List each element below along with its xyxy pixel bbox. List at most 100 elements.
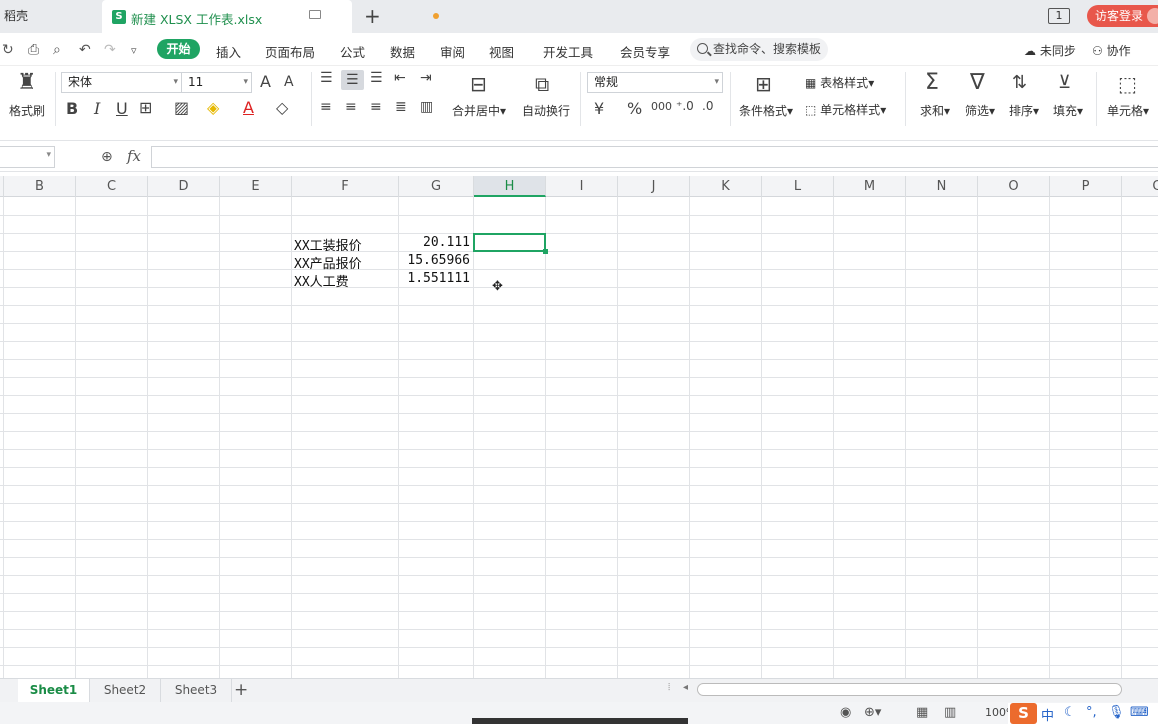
column-header-q[interactable]: Q <box>1122 176 1158 197</box>
column-header-i[interactable]: I <box>546 176 618 197</box>
filter-button[interactable]: 筛选▾ <box>965 102 995 119</box>
menu-insert[interactable]: 插入 <box>216 42 241 61</box>
menu-page-layout[interactable]: 页面布局 <box>265 42 315 61</box>
sort-icon[interactable]: ⇅ <box>1012 72 1027 93</box>
punctuation-icon[interactable]: °, <box>1086 705 1097 720</box>
font-name-select[interactable]: 宋体 <box>61 72 182 93</box>
sum-icon[interactable]: Σ <box>925 70 939 95</box>
align-bottom-icon[interactable]: ☰ <box>370 70 383 86</box>
insert-function-button[interactable]: fx <box>127 147 141 165</box>
menu-view[interactable]: 视图 <box>489 42 514 61</box>
fill-icon[interactable]: ⊻ <box>1058 72 1071 93</box>
scroll-grip-icon[interactable]: ⦙ <box>668 682 670 693</box>
active-cell-selection[interactable] <box>473 233 548 254</box>
column-header-k[interactable]: K <box>690 176 762 197</box>
menu-member[interactable]: 会员专享 <box>620 42 670 61</box>
cell-g-value-3[interactable]: 1.551111 <box>399 271 470 286</box>
clear-format-icon[interactable]: ◇ <box>276 98 288 117</box>
collaborate-button[interactable]: ⚇ 协作 <box>1092 42 1131 59</box>
font-color-icon[interactable]: A <box>243 98 254 117</box>
add-sheet-button[interactable]: + <box>234 680 248 700</box>
column-header-n[interactable]: N <box>906 176 978 197</box>
number-format-select[interactable]: 常规 <box>587 72 723 93</box>
format-painter-label[interactable]: 格式刷 <box>9 102 45 119</box>
column-header-d[interactable]: D <box>148 176 220 197</box>
normal-view-icon[interactable]: ▦ <box>916 705 928 720</box>
currency-button[interactable]: ¥ <box>594 99 604 118</box>
column-header-b[interactable]: B <box>4 176 76 197</box>
cell-g-value-1[interactable]: 20.111 <box>399 235 470 250</box>
percent-button[interactable]: % <box>627 99 642 118</box>
font-grow-icon[interactable]: A <box>260 72 271 91</box>
cell-f-label-3[interactable]: XX人工费 <box>294 271 349 290</box>
new-tab-button[interactable]: + <box>364 4 381 28</box>
align-top-icon[interactable]: ☰ <box>320 70 333 86</box>
bold-button[interactable]: B <box>66 99 78 118</box>
moon-icon[interactable]: ☾ <box>1064 705 1076 720</box>
borders-icon[interactable]: ⊞ <box>139 98 152 117</box>
fill-button[interactable]: 填充▾ <box>1053 102 1083 119</box>
cell-icon[interactable]: ⬚ <box>1118 72 1137 96</box>
wrap-text-icon[interactable]: ⧉ <box>535 72 549 96</box>
increase-indent-icon[interactable]: ⇥ <box>420 70 432 86</box>
underline-button[interactable]: U <box>116 99 128 118</box>
print-preview-icon[interactable]: ⌕ <box>53 42 61 58</box>
decrease-decimal-icon[interactable]: .0 <box>702 99 713 113</box>
conditional-format-button[interactable]: 条件格式▾ <box>739 102 793 119</box>
undo-icon[interactable]: ↶ <box>79 42 91 58</box>
font-shrink-icon[interactable]: A <box>284 74 294 90</box>
increase-decimal-icon[interactable]: ⁺.0 <box>676 99 694 113</box>
print-icon[interactable]: ⎙ <box>28 42 39 58</box>
column-header-h[interactable]: H <box>474 176 546 197</box>
merge-center-icon[interactable]: ⊟ <box>470 72 487 96</box>
sort-button[interactable]: 排序▾ <box>1009 102 1039 119</box>
justify-icon[interactable]: ≣ <box>395 99 407 115</box>
column-header-f[interactable]: F <box>292 176 399 197</box>
cell-f-label-1[interactable]: XX工装报价 <box>294 235 362 254</box>
menu-data[interactable]: 数据 <box>390 42 415 61</box>
cell-button[interactable]: 单元格▾ <box>1107 102 1149 119</box>
command-search[interactable]: 查找命令、搜索模板 <box>690 38 828 61</box>
sogou-ime-icon[interactable]: S <box>1010 703 1037 724</box>
align-left-icon[interactable]: ≡ <box>320 99 332 115</box>
column-header-o[interactable]: O <box>978 176 1050 197</box>
zoom-icon[interactable]: ⊕ <box>101 149 113 165</box>
cell-style-button[interactable]: ⬚ 单元格样式▾ <box>805 101 886 118</box>
formula-input[interactable] <box>151 146 1158 168</box>
merge-center-button[interactable]: 合并居中▾ <box>452 102 506 119</box>
sheet-tab-sheet2[interactable]: Sheet2 <box>90 679 161 702</box>
menu-formulas[interactable]: 公式 <box>340 42 365 61</box>
tab-docer[interactable]: 稻壳 <box>0 0 100 33</box>
scroll-left-icon[interactable]: ◂ <box>683 682 688 693</box>
align-right-icon[interactable]: ≡ <box>370 99 382 115</box>
column-header-g[interactable]: G <box>399 176 474 197</box>
menu-developer[interactable]: 开发工具 <box>543 42 593 61</box>
sync-status[interactable]: ☁ 未同步 <box>1024 42 1076 59</box>
column-header-p[interactable]: P <box>1050 176 1122 197</box>
conditional-format-icon[interactable]: ⊞ <box>755 72 772 96</box>
eye-protection-icon[interactable]: ◉ <box>840 705 851 720</box>
cell-f-label-2[interactable]: XX产品报价 <box>294 253 362 272</box>
distributed-icon[interactable]: ▥ <box>420 99 433 115</box>
sheet-tab-sheet1[interactable]: Sheet1 <box>18 679 90 702</box>
redo-disabled-icon[interactable]: ↷ <box>104 42 116 58</box>
column-header-m[interactable]: M <box>834 176 906 197</box>
filter-icon[interactable]: ∇ <box>970 70 985 95</box>
monitor-icon[interactable] <box>309 10 321 19</box>
cell-pattern-icon[interactable]: ▨ <box>174 98 189 117</box>
visitor-login-button[interactable]: 访客登录 <box>1087 5 1158 27</box>
sum-button[interactable]: 求和▾ <box>920 102 950 119</box>
spreadsheet-grid[interactable]: B C D E F G H I J K L M N O P Q XX工装报价 2… <box>0 176 1158 678</box>
customize-quick-access-icon[interactable]: ▿ <box>131 44 137 57</box>
column-header-e[interactable]: E <box>220 176 292 197</box>
sheet-tab-sheet3[interactable]: Sheet3 <box>161 679 232 702</box>
wrap-text-button[interactable]: 自动换行 <box>522 102 570 119</box>
layout-icon[interactable]: ⊕▾ <box>864 705 881 720</box>
keyboard-icon[interactable]: ⌨ <box>1130 705 1149 720</box>
horizontal-scrollbar[interactable] <box>697 683 1122 696</box>
page-view-icon[interactable]: ▥ <box>944 705 956 720</box>
italic-button[interactable]: I <box>94 99 100 118</box>
thousands-button[interactable]: 000 <box>651 100 672 113</box>
tab-workbook[interactable]: S 新建 XLSX 工作表.xlsx <box>102 0 439 33</box>
align-center-icon[interactable]: ≡ <box>345 99 357 115</box>
